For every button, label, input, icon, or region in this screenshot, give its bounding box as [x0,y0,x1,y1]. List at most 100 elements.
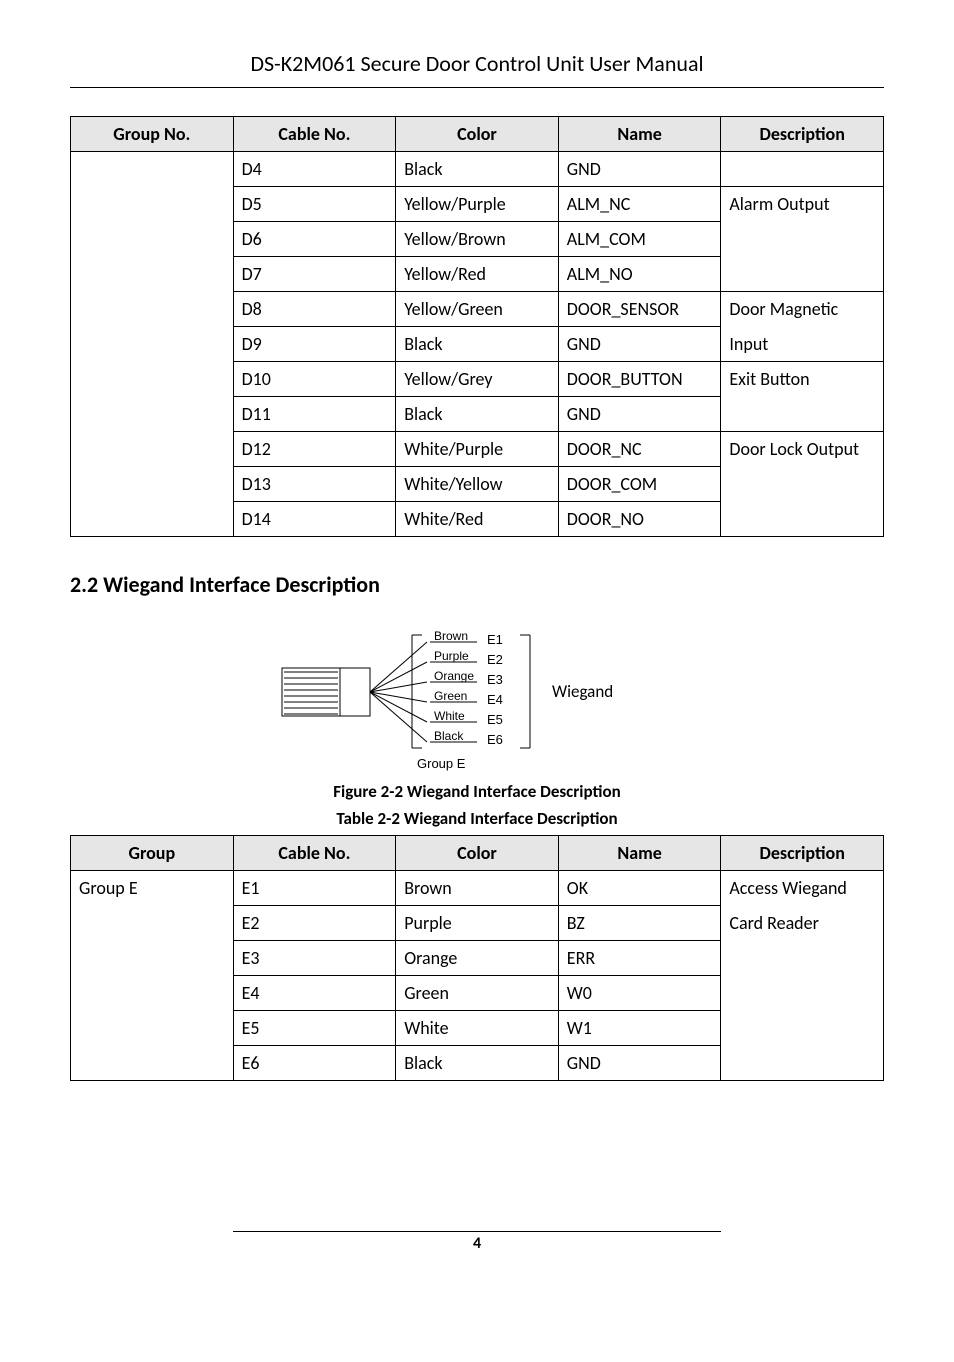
t2-h-cable: Cable No. [233,836,396,871]
t1-desc: Exit Button [721,362,884,397]
table-row: D12 White/Purple DOOR_NC Door Lock Outpu… [71,432,884,467]
wiegand-table-2: Group Cable No. Color Name Description G… [70,835,884,1081]
t1-name: GND [558,397,721,432]
t2-color: Green [396,976,559,1011]
table-row: D14 White/Red DOOR_NO [71,502,884,537]
table-row: D9 Black GND Input [71,327,884,362]
t2-name: BZ [558,906,721,941]
t1-group-blank [71,397,234,432]
t1-color: White/Yellow [396,467,559,502]
table-row: D13 White/Yellow DOOR_COM [71,467,884,502]
t1-group-blank [71,152,234,187]
t2-color: White [396,1011,559,1046]
t2-h-name: Name [558,836,721,871]
t1-cable: D8 [233,292,396,327]
t1-desc: Door Lock Output [721,432,884,467]
t1-group-blank [71,327,234,362]
t1-desc [721,152,884,187]
t1-h-name: Name [558,117,721,152]
table-row: Group E E1 Brown OK Access Wiegand [71,871,884,906]
t2-color: Orange [396,941,559,976]
wire-color-label: Orange [434,669,474,683]
t1-color: Yellow/Red [396,257,559,292]
t1-group-blank [71,502,234,537]
t1-desc: Alarm Output [721,187,884,222]
t1-name: DOOR_NO [558,502,721,537]
t1-h-group: Group No. [71,117,234,152]
t1-cable: D4 [233,152,396,187]
t1-desc: Door Magnetic [721,292,884,327]
t2-desc: Card Reader [721,906,884,941]
t1-color: White/Red [396,502,559,537]
wiegand-diagram: Brown E1 Purple E2 Orange E3 Green E4 Wh… [70,620,884,775]
t2-group: Group E [71,871,234,1081]
wire-color-label: Black [434,729,464,743]
t1-cable: D12 [233,432,396,467]
t1-cable: D14 [233,502,396,537]
t2-cable: E1 [233,871,396,906]
t1-cable: D10 [233,362,396,397]
t1-desc [721,397,884,432]
t2-name: W0 [558,976,721,1011]
t1-name: DOOR_BUTTON [558,362,721,397]
wiegand-side-label: Wiegand [552,681,613,702]
t2-name: GND [558,1046,721,1081]
t1-cable: D13 [233,467,396,502]
t1-color: Black [396,152,559,187]
t1-cable: D9 [233,327,396,362]
t2-desc [721,1046,884,1081]
table2-caption: Table 2-2 Wiegand Interface Description [70,808,884,829]
t1-cable: D6 [233,222,396,257]
page-number: 4 [233,1231,721,1253]
table-row: D10 Yellow/Grey DOOR_BUTTON Exit Button [71,362,884,397]
t2-desc [721,976,884,1011]
t2-desc: Access Wiegand [721,871,884,906]
t2-cable: E5 [233,1011,396,1046]
table-row: D5 Yellow/Purple ALM_NC Alarm Output [71,187,884,222]
wire-e-label: E2 [487,652,503,667]
t1-desc [721,257,884,292]
t1-cable: D7 [233,257,396,292]
table-row: D7 Yellow/Red ALM_NO [71,257,884,292]
table-row: D6 Yellow/Brown ALM_COM [71,222,884,257]
t2-name: W1 [558,1011,721,1046]
wire-color-label: White [434,709,465,723]
group-e-label: Group E [417,756,466,771]
wire-e-label: E5 [487,712,503,727]
t1-color: White/Purple [396,432,559,467]
wire-e-label: E4 [487,692,503,707]
t1-name: ALM_COM [558,222,721,257]
t1-group-blank [71,292,234,327]
t1-color: Yellow/Green [396,292,559,327]
wire-color-label: Purple [434,649,469,663]
wire-e-label: E3 [487,672,503,687]
t2-cable: E2 [233,906,396,941]
t2-h-color: Color [396,836,559,871]
table-row: D11 Black GND [71,397,884,432]
t1-group-blank [71,257,234,292]
t2-h-group: Group [71,836,234,871]
t1-name: DOOR_NC [558,432,721,467]
t1-group-blank [71,432,234,467]
t1-desc [721,467,884,502]
t1-color: Yellow/Brown [396,222,559,257]
t2-name: OK [558,871,721,906]
table-row: D8 Yellow/Green DOOR_SENSOR Door Magneti… [71,292,884,327]
t2-color: Brown [396,871,559,906]
t1-group-blank [71,222,234,257]
t2-h-desc: Description [721,836,884,871]
page-header-title: DS-K2M061 Secure Door Control Unit User … [70,50,884,88]
t1-h-color: Color [396,117,559,152]
t2-cable: E6 [233,1046,396,1081]
t2-desc [721,941,884,976]
t1-name: ALM_NO [558,257,721,292]
figure-caption: Figure 2-2 Wiegand Interface Description [70,781,884,802]
t2-cable: E4 [233,976,396,1011]
section-heading: 2.2 Wiegand Interface Description [70,571,884,598]
connector-icon [282,668,370,716]
wire-color-label: Green [434,689,467,703]
t1-desc: Input [721,327,884,362]
t1-cable: D5 [233,187,396,222]
table-row: D4 Black GND [71,152,884,187]
t1-color: Black [396,327,559,362]
